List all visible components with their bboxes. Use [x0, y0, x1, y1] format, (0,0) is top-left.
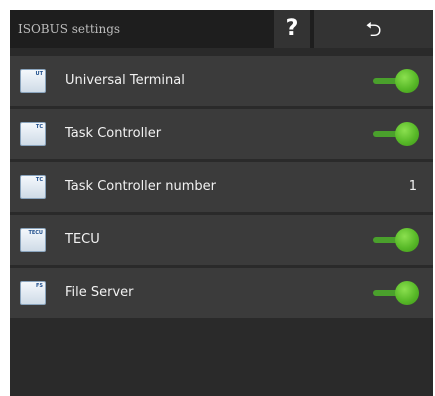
- tc-number-icon: TC: [20, 175, 46, 199]
- setting-label: File Server: [65, 285, 134, 300]
- toggle-knob: [395, 228, 419, 252]
- header-bar: ISOBUS settings ? ⮌: [10, 10, 433, 48]
- isobus-settings-screen: ISOBUS settings ? ⮌ UT Universal Termina…: [10, 10, 433, 396]
- ut-icon: UT: [20, 69, 46, 93]
- universal-terminal-toggle[interactable]: [369, 69, 419, 93]
- toggle-knob: [395, 69, 419, 93]
- setting-label: Task Controller: [65, 126, 162, 141]
- setting-row-universal-terminal[interactable]: UT Universal Terminal: [10, 56, 433, 106]
- fs-icon-text: FS: [35, 283, 43, 289]
- task-controller-number-value: 1: [408, 179, 417, 194]
- help-button[interactable]: ?: [274, 10, 310, 48]
- task-controller-toggle[interactable]: [369, 122, 419, 146]
- fs-icon: FS: [20, 281, 46, 305]
- setting-row-tecu[interactable]: TECU TECU: [10, 215, 433, 265]
- tecu-toggle[interactable]: [369, 228, 419, 252]
- setting-row-file-server[interactable]: FS File Server: [10, 268, 433, 318]
- setting-label: Task Controller number: [65, 179, 217, 194]
- page-title: ISOBUS settings: [18, 22, 121, 36]
- tecu-icon-text: TECU: [28, 230, 43, 236]
- back-button[interactable]: ⮌: [314, 10, 433, 48]
- toggle-knob: [395, 122, 419, 146]
- tc-icon-text: TC: [35, 177, 43, 183]
- setting-row-task-controller[interactable]: TC Task Controller: [10, 109, 433, 159]
- tecu-icon: TECU: [20, 228, 46, 252]
- setting-row-task-controller-number[interactable]: TC Task Controller number 1: [10, 162, 433, 212]
- setting-label: Universal Terminal: [65, 73, 185, 88]
- back-arrow-icon: ⮌: [365, 17, 382, 41]
- tc-icon-text: TC: [35, 124, 43, 130]
- ut-icon-text: UT: [35, 71, 43, 77]
- file-server-toggle[interactable]: [369, 281, 419, 305]
- tc-icon: TC: [20, 122, 46, 146]
- toggle-knob: [395, 281, 419, 305]
- setting-label: TECU: [65, 232, 100, 247]
